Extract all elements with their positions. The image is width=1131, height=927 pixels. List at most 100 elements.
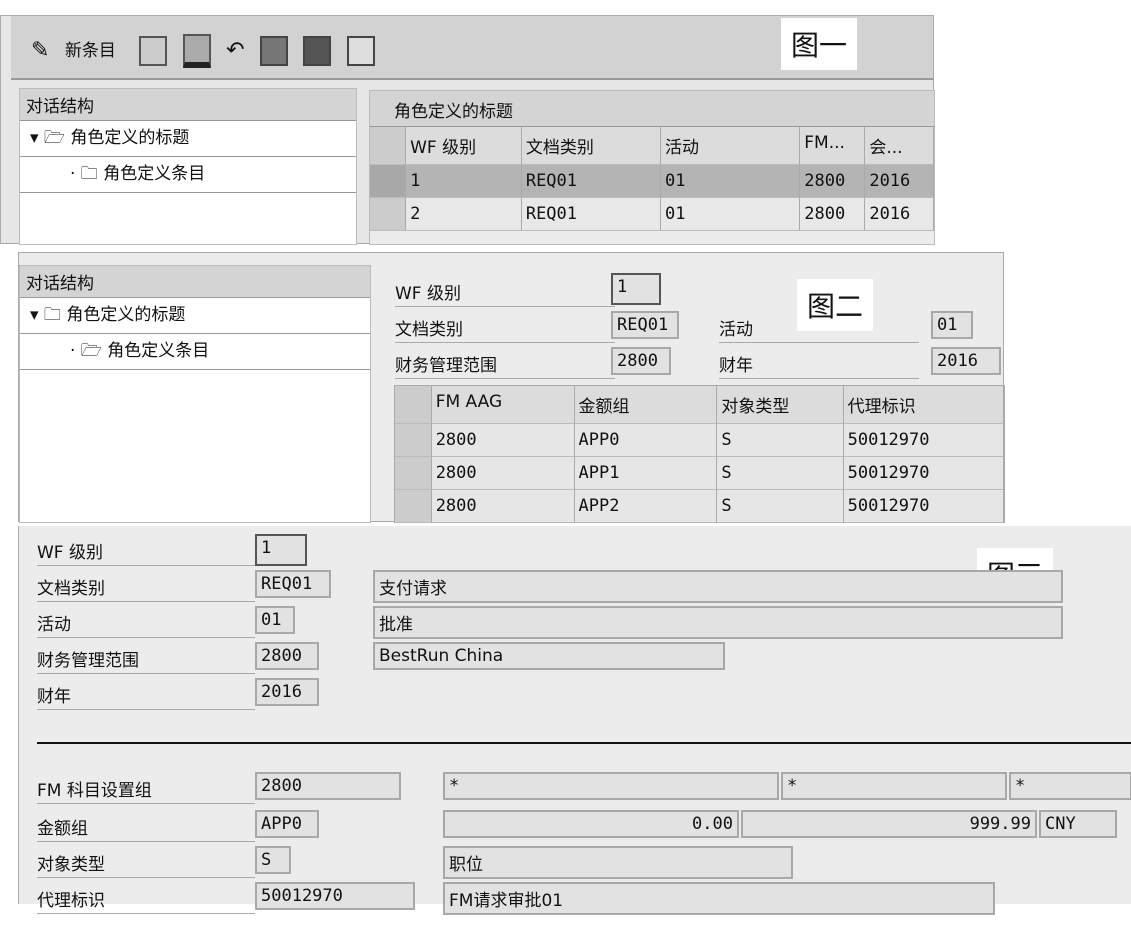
tree-item-label: 角色定义条目 xyxy=(103,164,206,184)
tree-header: 对话结构 xyxy=(20,89,356,121)
object-type-label: 对象类型 xyxy=(37,848,255,878)
fm-area-field[interactable]: 2800 xyxy=(255,642,319,670)
row-selector[interactable] xyxy=(395,424,432,457)
undo-icon[interactable]: ↶ xyxy=(226,38,244,64)
cell-fm-aag: 2800 xyxy=(431,424,575,457)
row-selector[interactable] xyxy=(370,165,407,198)
table-title: 角色定义的标题 xyxy=(370,91,934,127)
activity-description: 批准 xyxy=(373,606,1063,639)
cell-object-type: S xyxy=(717,490,844,523)
column-header[interactable]: 活动 xyxy=(661,127,801,165)
tree-item-header[interactable]: ▾ 🗀 角色定义的标题 xyxy=(20,298,370,334)
figure-3: 图三 WF 级别 1 文档类别 REQ01 支付请求 活动 01 批准 财务管理… xyxy=(18,526,1131,915)
column-header[interactable]: WF 级别 xyxy=(406,127,522,165)
doc-type-description: 支付请求 xyxy=(373,570,1063,603)
cell-fiscal-year: 2016 xyxy=(865,198,935,231)
column-header[interactable]: 对象类型 xyxy=(717,386,844,424)
column-header[interactable]: FM... xyxy=(800,127,866,165)
object-type-field[interactable]: S xyxy=(255,846,291,874)
agent-label: 代理标识 xyxy=(37,884,255,914)
fm-area-description: BestRun China xyxy=(373,642,725,670)
amount-group-field[interactable]: APP0 xyxy=(255,810,319,838)
select-all-icon[interactable] xyxy=(259,36,288,66)
aag-part-3: * xyxy=(1009,772,1131,800)
activity-field[interactable]: 01 xyxy=(931,311,973,339)
currency: CNY xyxy=(1039,810,1117,838)
doc-type-field[interactable]: REQ01 xyxy=(611,311,679,339)
cell-fm-area: 2800 xyxy=(800,165,866,198)
wf-level-field[interactable]: 1 xyxy=(255,534,307,566)
row-selector[interactable] xyxy=(395,490,432,523)
cell-agent-id: 50012970 xyxy=(843,457,1004,490)
row-selector[interactable] xyxy=(370,198,407,231)
cell-doc-type: REQ01 xyxy=(521,198,662,231)
change-display-icon[interactable]: ✎ xyxy=(31,38,49,64)
column-header[interactable]: 代理标识 xyxy=(843,386,1004,424)
tree-header: 对话结构 xyxy=(20,266,370,298)
tree-item-header[interactable]: ▾ 🗁 角色定义的标题 xyxy=(20,121,356,157)
agent-description: FM请求审批01 xyxy=(443,882,995,915)
table-row[interactable]: 2800 APP1 S 50012970 xyxy=(395,457,1004,490)
header-table: 角色定义的标题 WF 级别 文档类别 活动 FM... 会... 1 REQ01… xyxy=(369,90,935,245)
dialog-tree: 对话结构 ▾ 🗀 角色定义的标题 · 🗁 角色定义条目 xyxy=(19,265,371,523)
cell-fm-aag: 2800 xyxy=(431,490,575,523)
table-row[interactable]: 2800 APP2 S 50012970 xyxy=(395,490,1004,523)
entries-table: FM AAG 金额组 对象类型 代理标识 2800 APP0 S 5001297… xyxy=(394,385,1005,523)
column-header[interactable]: 会... xyxy=(865,127,935,165)
amount-group-label: 金额组 xyxy=(37,812,255,842)
cell-wf-level: 2 xyxy=(406,198,522,231)
cell-amount-group: APP1 xyxy=(574,457,718,490)
cell-fm-area: 2800 xyxy=(800,198,866,231)
table-header-row: WF 级别 文档类别 活动 FM... 会... xyxy=(370,127,935,165)
row-selector[interactable] xyxy=(395,457,432,490)
fiscal-year-field[interactable]: 2016 xyxy=(931,347,1001,375)
copy-icon[interactable] xyxy=(139,36,168,66)
table-row[interactable]: 2800 APP0 S 50012970 xyxy=(395,424,1004,457)
fiscal-year-field[interactable]: 2016 xyxy=(255,678,319,706)
fm-area-label: 财务管理范围 xyxy=(395,349,615,379)
figure-tag: 图一 xyxy=(781,18,858,70)
cell-doc-type: REQ01 xyxy=(521,165,662,198)
column-header[interactable]: 文档类别 xyxy=(521,127,662,165)
figure-1: ✎ 新条目 ↶ 图一 对话结构 ▾ 🗁 角色定义的标题 · 🗀 角色定义条目 角… xyxy=(0,15,935,245)
aag-part-2: * xyxy=(781,772,1007,800)
column-header[interactable]: FM AAG xyxy=(431,386,575,424)
table-row[interactable]: 2 REQ01 01 2800 2016 xyxy=(370,198,935,231)
select-block-icon[interactable] xyxy=(303,36,332,66)
wf-level-field[interactable]: 1 xyxy=(611,273,661,305)
fiscal-year-label: 财年 xyxy=(719,349,919,379)
cell-amount-group: APP0 xyxy=(574,424,718,457)
delete-icon[interactable] xyxy=(182,34,211,68)
table-header-row: FM AAG 金额组 对象类型 代理标识 xyxy=(395,386,1004,424)
table-row[interactable]: 1 REQ01 01 2800 2016 xyxy=(370,165,935,198)
fm-area-label: 财务管理范围 xyxy=(37,644,255,674)
cell-amount-group: APP2 xyxy=(574,490,718,523)
doc-type-label: 文档类别 xyxy=(37,572,255,602)
activity-label: 活动 xyxy=(719,313,919,343)
aag-field[interactable]: 2800 xyxy=(255,772,401,800)
object-type-description: 职位 xyxy=(443,846,793,879)
fm-area-field[interactable]: 2800 xyxy=(611,347,671,375)
tree-item-entries[interactable]: · 🗁 角色定义条目 xyxy=(20,334,370,370)
tree-item-label: 角色定义的标题 xyxy=(70,128,190,148)
doc-type-label: 文档类别 xyxy=(395,313,615,343)
tree-item-label: 角色定义条目 xyxy=(107,341,210,361)
row-selector-header[interactable] xyxy=(395,386,432,424)
cell-object-type: S xyxy=(717,457,844,490)
section-divider xyxy=(37,742,1131,744)
column-header[interactable]: 金额组 xyxy=(574,386,718,424)
doc-type-field[interactable]: REQ01 xyxy=(255,570,331,598)
figure-2: 对话结构 ▾ 🗀 角色定义的标题 · 🗁 角色定义条目 WF 级别 1 图二 文… xyxy=(18,252,1005,523)
wf-level-label: WF 级别 xyxy=(37,536,255,566)
new-entry-button[interactable]: 新条目 xyxy=(65,41,116,61)
tree-item-label: 角色定义的标题 xyxy=(66,305,186,325)
amount-to: 999.99 xyxy=(741,810,1037,838)
row-selector-header[interactable] xyxy=(370,127,407,165)
cell-activity: 01 xyxy=(661,198,801,231)
agent-field[interactable]: 50012970 xyxy=(255,882,415,910)
cell-fiscal-year: 2016 xyxy=(865,165,935,198)
activity-field[interactable]: 01 xyxy=(255,606,295,634)
activity-label: 活动 xyxy=(37,608,255,638)
deselect-icon[interactable] xyxy=(346,36,375,66)
tree-item-entries[interactable]: · 🗀 角色定义条目 xyxy=(20,157,356,193)
